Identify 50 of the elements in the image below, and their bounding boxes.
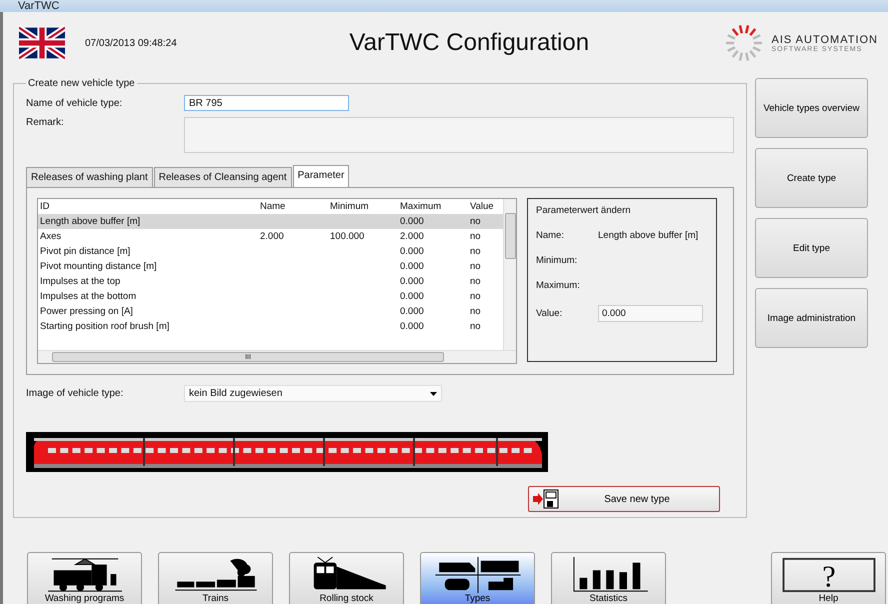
remark-input-field[interactable] (184, 117, 734, 153)
vehicle-types-icon (432, 557, 522, 593)
field-label: Name of vehicle type: (26, 98, 124, 108)
table-row[interactable]: Length above buffer [m] 0.000 no (38, 214, 503, 229)
image-dropdown[interactable]: kein Bild zugewiesen (184, 385, 442, 402)
dropdown-caret-icon (430, 392, 437, 396)
nav-button[interactable]: Washing programs (27, 552, 142, 604)
side-button[interactable]: Vehicle types overview (755, 78, 868, 138)
parameter-name: Length above buffer [m] (598, 230, 698, 241)
table-row[interactable]: Impulses at the bottom 0.000 no (38, 289, 503, 304)
nav-button[interactable]: Statistics (551, 552, 666, 604)
table-row[interactable]: Pivot pin distance [m] 0.000 no (38, 244, 503, 259)
panel-title: Parameterwert ändern (536, 205, 632, 216)
column-header: Name (259, 201, 286, 212)
tab[interactable]: Releases of Cleansing agent (154, 167, 292, 187)
table-row[interactable]: Impulses at the top 0.000 no (38, 274, 503, 289)
table-row[interactable]: Axes 2.000 100.000 2.000 no (38, 229, 503, 244)
window-title: VarTWC (18, 1, 60, 12)
field-label: Maximum: (536, 280, 581, 291)
table-row[interactable]: Power pressing on [A] 0.000 no (38, 304, 503, 319)
field-label: Value: (536, 308, 564, 319)
column-header: ID (39, 201, 50, 212)
value-input-field[interactable]: 0.000 (598, 305, 703, 322)
column-header: Minimum (329, 201, 370, 212)
field-label: Minimum: (536, 255, 578, 266)
logo-icon (724, 23, 764, 63)
company-name: AIS AUTOMATION (772, 34, 878, 46)
tab[interactable]: Parameter (292, 165, 350, 187)
side-button[interactable]: Image administration (755, 288, 868, 348)
app-title: VarTWC Configuration (348, 29, 590, 57)
nav-button[interactable]: Types (420, 552, 535, 604)
datetime-text: 07/03/2013 09:48:24 (85, 38, 178, 48)
side-button[interactable]: Edit type (755, 218, 868, 278)
field-label: Name: (536, 230, 565, 241)
tab[interactable]: Releases of washing plant (26, 167, 153, 187)
save-disk-icon (533, 489, 559, 509)
nav-button[interactable]: Rolling stock (289, 552, 404, 604)
group-title: Create new vehicle type (27, 78, 136, 89)
column-header: Value (469, 201, 495, 212)
table-row[interactable]: Pivot mounting distance [m] 0.000 no (38, 259, 503, 274)
save-button[interactable]: Save new type (528, 486, 720, 512)
field-label: Image of vehicle type: (26, 388, 124, 399)
field-label: Remark: (26, 117, 65, 128)
name-input-field[interactable]: BR 795 (184, 95, 349, 111)
column-header: Maximum (399, 201, 442, 212)
side-button[interactable]: Create type (755, 148, 868, 208)
nav-button[interactable]: Trains (158, 552, 273, 604)
nav-button[interactable]: ? Help (771, 552, 886, 604)
table-row[interactable]: Starting position roof brush [m] 0.000 no (38, 319, 503, 334)
vertical-scrollbar[interactable] (503, 199, 516, 350)
